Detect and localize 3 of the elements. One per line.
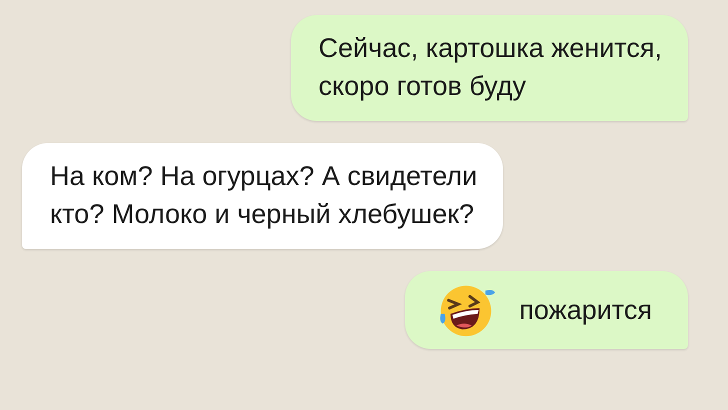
message-text: На ком? На огурцах? А свидетели кто? Молоко и черный хлебушек?	[50, 160, 478, 231]
message-text: Сейчас, картошка женится, скоро готов буду	[318, 32, 662, 103]
message-text: пожарится	[519, 294, 652, 327]
